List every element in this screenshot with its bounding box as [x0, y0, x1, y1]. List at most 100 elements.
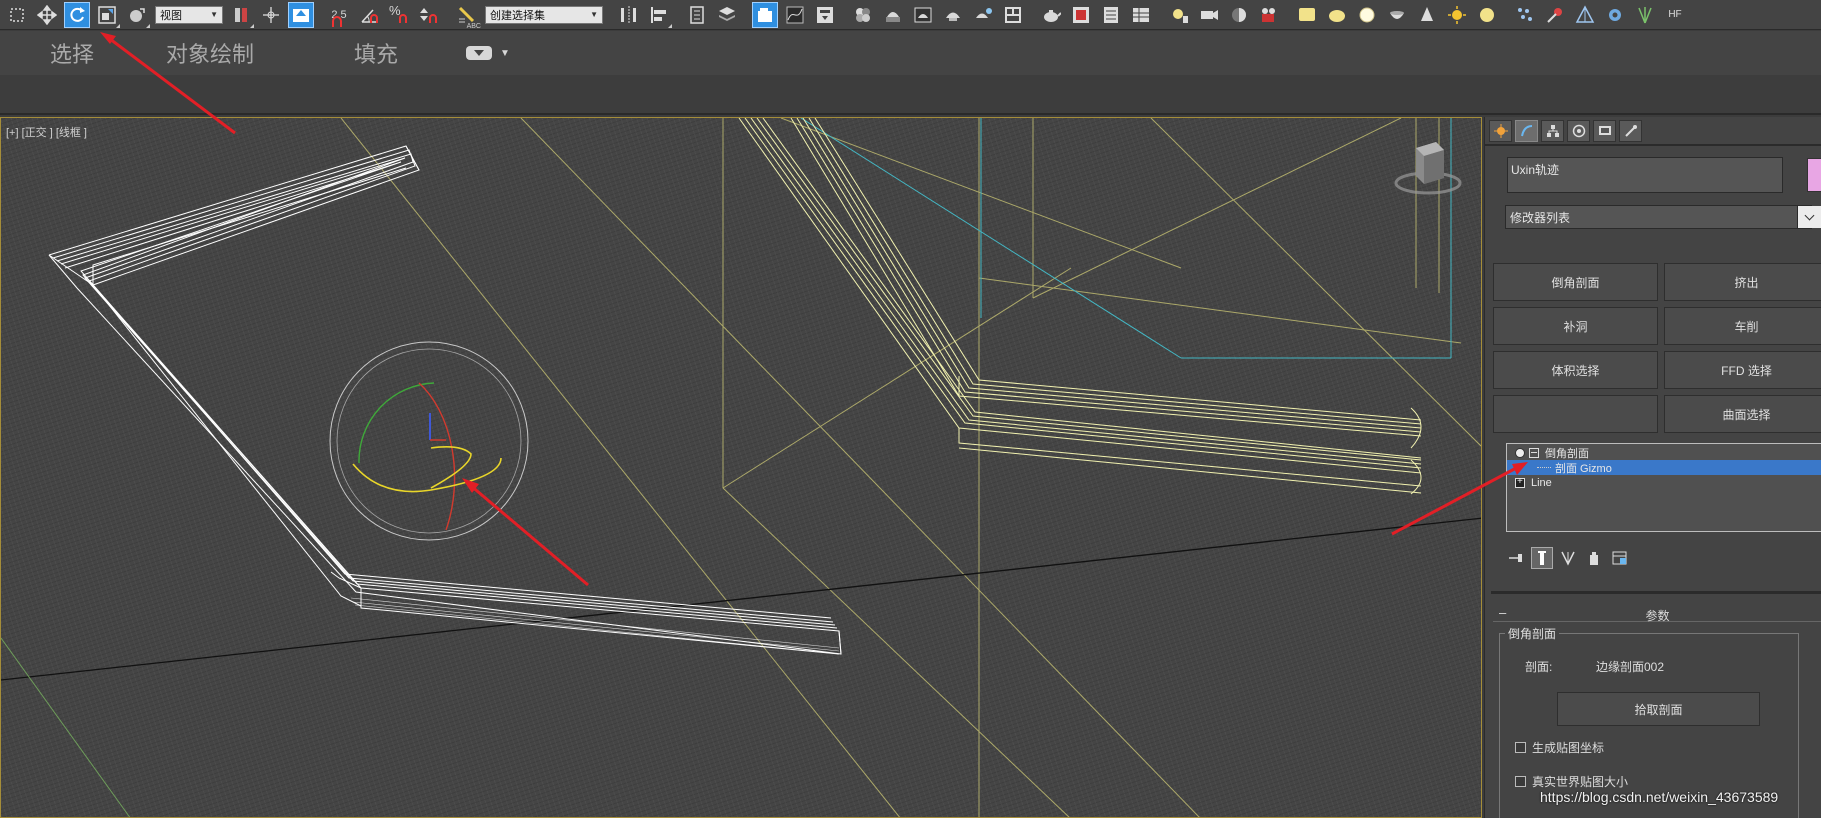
ellipse-icon[interactable] [1324, 2, 1350, 28]
pin-stack-icon[interactable] [1505, 547, 1527, 569]
toggle-scene-explorer-icon[interactable] [684, 2, 710, 28]
manipulate-icon[interactable] [258, 2, 284, 28]
spinner-snap-icon[interactable] [416, 2, 442, 28]
ground-grid-axis-green [1, 637, 131, 817]
object-name-field[interactable]: Uxin轨迹 [1507, 157, 1783, 193]
reference-coordinate-dropdown[interactable]: 视图 ▼ [155, 5, 223, 24]
ribbon-tab-populate[interactable]: 填充 [354, 37, 398, 69]
parameters-rollout-header[interactable]: – 参数 [1493, 605, 1821, 623]
plane-icon[interactable] [1294, 2, 1320, 28]
curve-editor-icon[interactable] [782, 2, 808, 28]
modifier-button-lathe[interactable]: 车削 [1664, 307, 1821, 345]
ribbon-panel [0, 75, 1821, 115]
light-lister-icon[interactable] [1166, 2, 1192, 28]
cone-icon[interactable] [1414, 2, 1440, 28]
angle-snap-icon[interactable] [356, 2, 382, 28]
utilities-tab-icon[interactable] [1619, 120, 1642, 142]
modifier-button-extrude[interactable]: 挤出 [1664, 263, 1821, 301]
pyramid-wire-icon[interactable] [1572, 2, 1598, 28]
modifier-button-empty[interactable] [1493, 395, 1658, 433]
show-end-result-icon[interactable] [1531, 547, 1553, 569]
modifier-stack[interactable]: 倒角剖面 剖面 Gizmo Line [1506, 443, 1821, 532]
mirror-icon[interactable] [616, 2, 642, 28]
bowl-icon[interactable] [1384, 2, 1410, 28]
generate-mapping-coords-row[interactable]: 生成贴图坐标 [1515, 739, 1604, 756]
hierarchy-tab-icon[interactable] [1541, 120, 1564, 142]
ribbon: 选择 对象绘制 填充 ▼ [0, 31, 1821, 75]
viewport-orthographic[interactable]: [+] [正交 ] [线框 ] [0, 117, 1482, 818]
modifier-button-surface-select[interactable]: 曲面选择 [1664, 395, 1821, 433]
toggle-ribbon-icon[interactable] [752, 1, 778, 28]
display-tab-icon[interactable] [1593, 120, 1616, 142]
modifier-button-cap-holes[interactable]: 补洞 [1493, 307, 1658, 345]
remove-modifier-icon[interactable] [1583, 547, 1605, 569]
viewport-label[interactable]: [+] [正交 ] [线框 ] [6, 124, 87, 140]
chevron-down-icon: ▼ [590, 10, 598, 19]
stack-item-profile-gizmo[interactable]: 剖面 Gizmo [1507, 460, 1821, 475]
scatter-icon[interactable] [1512, 2, 1538, 28]
layer-explorer-icon[interactable] [714, 2, 740, 28]
checkbox[interactable] [1515, 742, 1526, 753]
expand-icon[interactable] [1515, 476, 1525, 488]
keyboard-shortcut-override-icon[interactable] [288, 1, 314, 28]
select-move-icon[interactable] [34, 2, 60, 28]
render-setup-icon[interactable] [880, 2, 906, 28]
object-color-swatch[interactable] [1807, 158, 1821, 192]
half-sphere-icon[interactable] [1226, 2, 1252, 28]
sky-sphere-icon[interactable] [1474, 2, 1500, 28]
percent-snap-icon[interactable]: % [386, 2, 412, 28]
abc-label: ABC [466, 22, 481, 30]
render-photo-icon[interactable] [1068, 2, 1094, 28]
particle-icon[interactable] [1542, 2, 1568, 28]
named-selection-set-dropdown[interactable]: 创建选择集 ▼ [485, 5, 603, 24]
stack-item-bevel-profile[interactable]: 倒角剖面 [1507, 445, 1821, 460]
modifier-list-dropdown[interactable]: 修改器列表 [1505, 205, 1812, 229]
a360-gallery-icon[interactable] [1000, 2, 1026, 28]
schematic-view-icon[interactable] [812, 2, 838, 28]
stack-item-line[interactable]: Line [1507, 475, 1821, 490]
ribbon-tab-object-paint[interactable]: 对象绘制 [166, 37, 254, 69]
video-camera-icon[interactable] [1256, 2, 1282, 28]
teapot-icon[interactable] [1038, 2, 1064, 28]
sphere-light-icon[interactable] [1354, 2, 1380, 28]
create-tab-icon[interactable] [1489, 120, 1512, 142]
table-panel-icon[interactable] [1128, 2, 1154, 28]
rendered-frame-window-icon[interactable] [910, 2, 936, 28]
edit-named-selection-icon[interactable]: ABC [454, 2, 481, 30]
gear-icon[interactable] [1602, 2, 1628, 28]
ribbon-minimize-toggle[interactable]: ▼ [466, 46, 510, 60]
checkbox-label: 生成贴图坐标 [1532, 741, 1605, 755]
pick-profile-button[interactable]: 拾取剖面 [1557, 692, 1760, 726]
checkbox[interactable] [1515, 776, 1526, 787]
render-production-icon[interactable] [940, 2, 966, 28]
select-place-icon[interactable] [124, 2, 150, 28]
list-panel-icon[interactable] [1098, 2, 1124, 28]
hf-icon[interactable]: HF [1662, 2, 1688, 28]
configure-modifier-sets-icon[interactable] [1609, 547, 1631, 569]
align-icon[interactable] [646, 2, 672, 28]
modifier-button-vol-select[interactable]: 体积选择 [1493, 351, 1658, 389]
modifier-button-bevel-profile[interactable]: 倒角剖面 [1493, 263, 1658, 301]
collapse-icon[interactable] [1529, 447, 1539, 458]
pivot-center-icon[interactable] [228, 2, 254, 28]
motion-tab-icon[interactable] [1567, 120, 1590, 142]
real-world-map-size-row[interactable]: 真实世界贴图大小 [1515, 773, 1628, 790]
make-unique-icon[interactable] [1557, 547, 1579, 569]
select-scale-icon[interactable] [94, 2, 120, 28]
hair-icon[interactable] [1632, 2, 1658, 28]
view-dropdown-value: 视图 [160, 9, 182, 22]
chevron-down-icon[interactable] [1797, 206, 1821, 228]
select-rotate-icon[interactable] [64, 1, 90, 28]
modify-tab-icon[interactable] [1515, 120, 1538, 142]
snap-toggle-icon[interactable]: 2.5 [326, 2, 352, 28]
lightbulb-icon[interactable] [1515, 447, 1525, 458]
ribbon-tab-select[interactable]: 选择 [50, 37, 94, 69]
modifier-button-ffd-select[interactable]: FFD 选择 [1664, 351, 1821, 389]
select-region-icon[interactable] [4, 2, 30, 28]
profile-value: 边缘剖面002 [1596, 660, 1665, 674]
stack-item-label: Line [1531, 476, 1552, 489]
camera-icon[interactable] [1196, 2, 1222, 28]
sun-icon[interactable] [1444, 2, 1470, 28]
render-in-cloud-icon[interactable] [970, 2, 996, 28]
material-editor-icon[interactable] [850, 2, 876, 28]
